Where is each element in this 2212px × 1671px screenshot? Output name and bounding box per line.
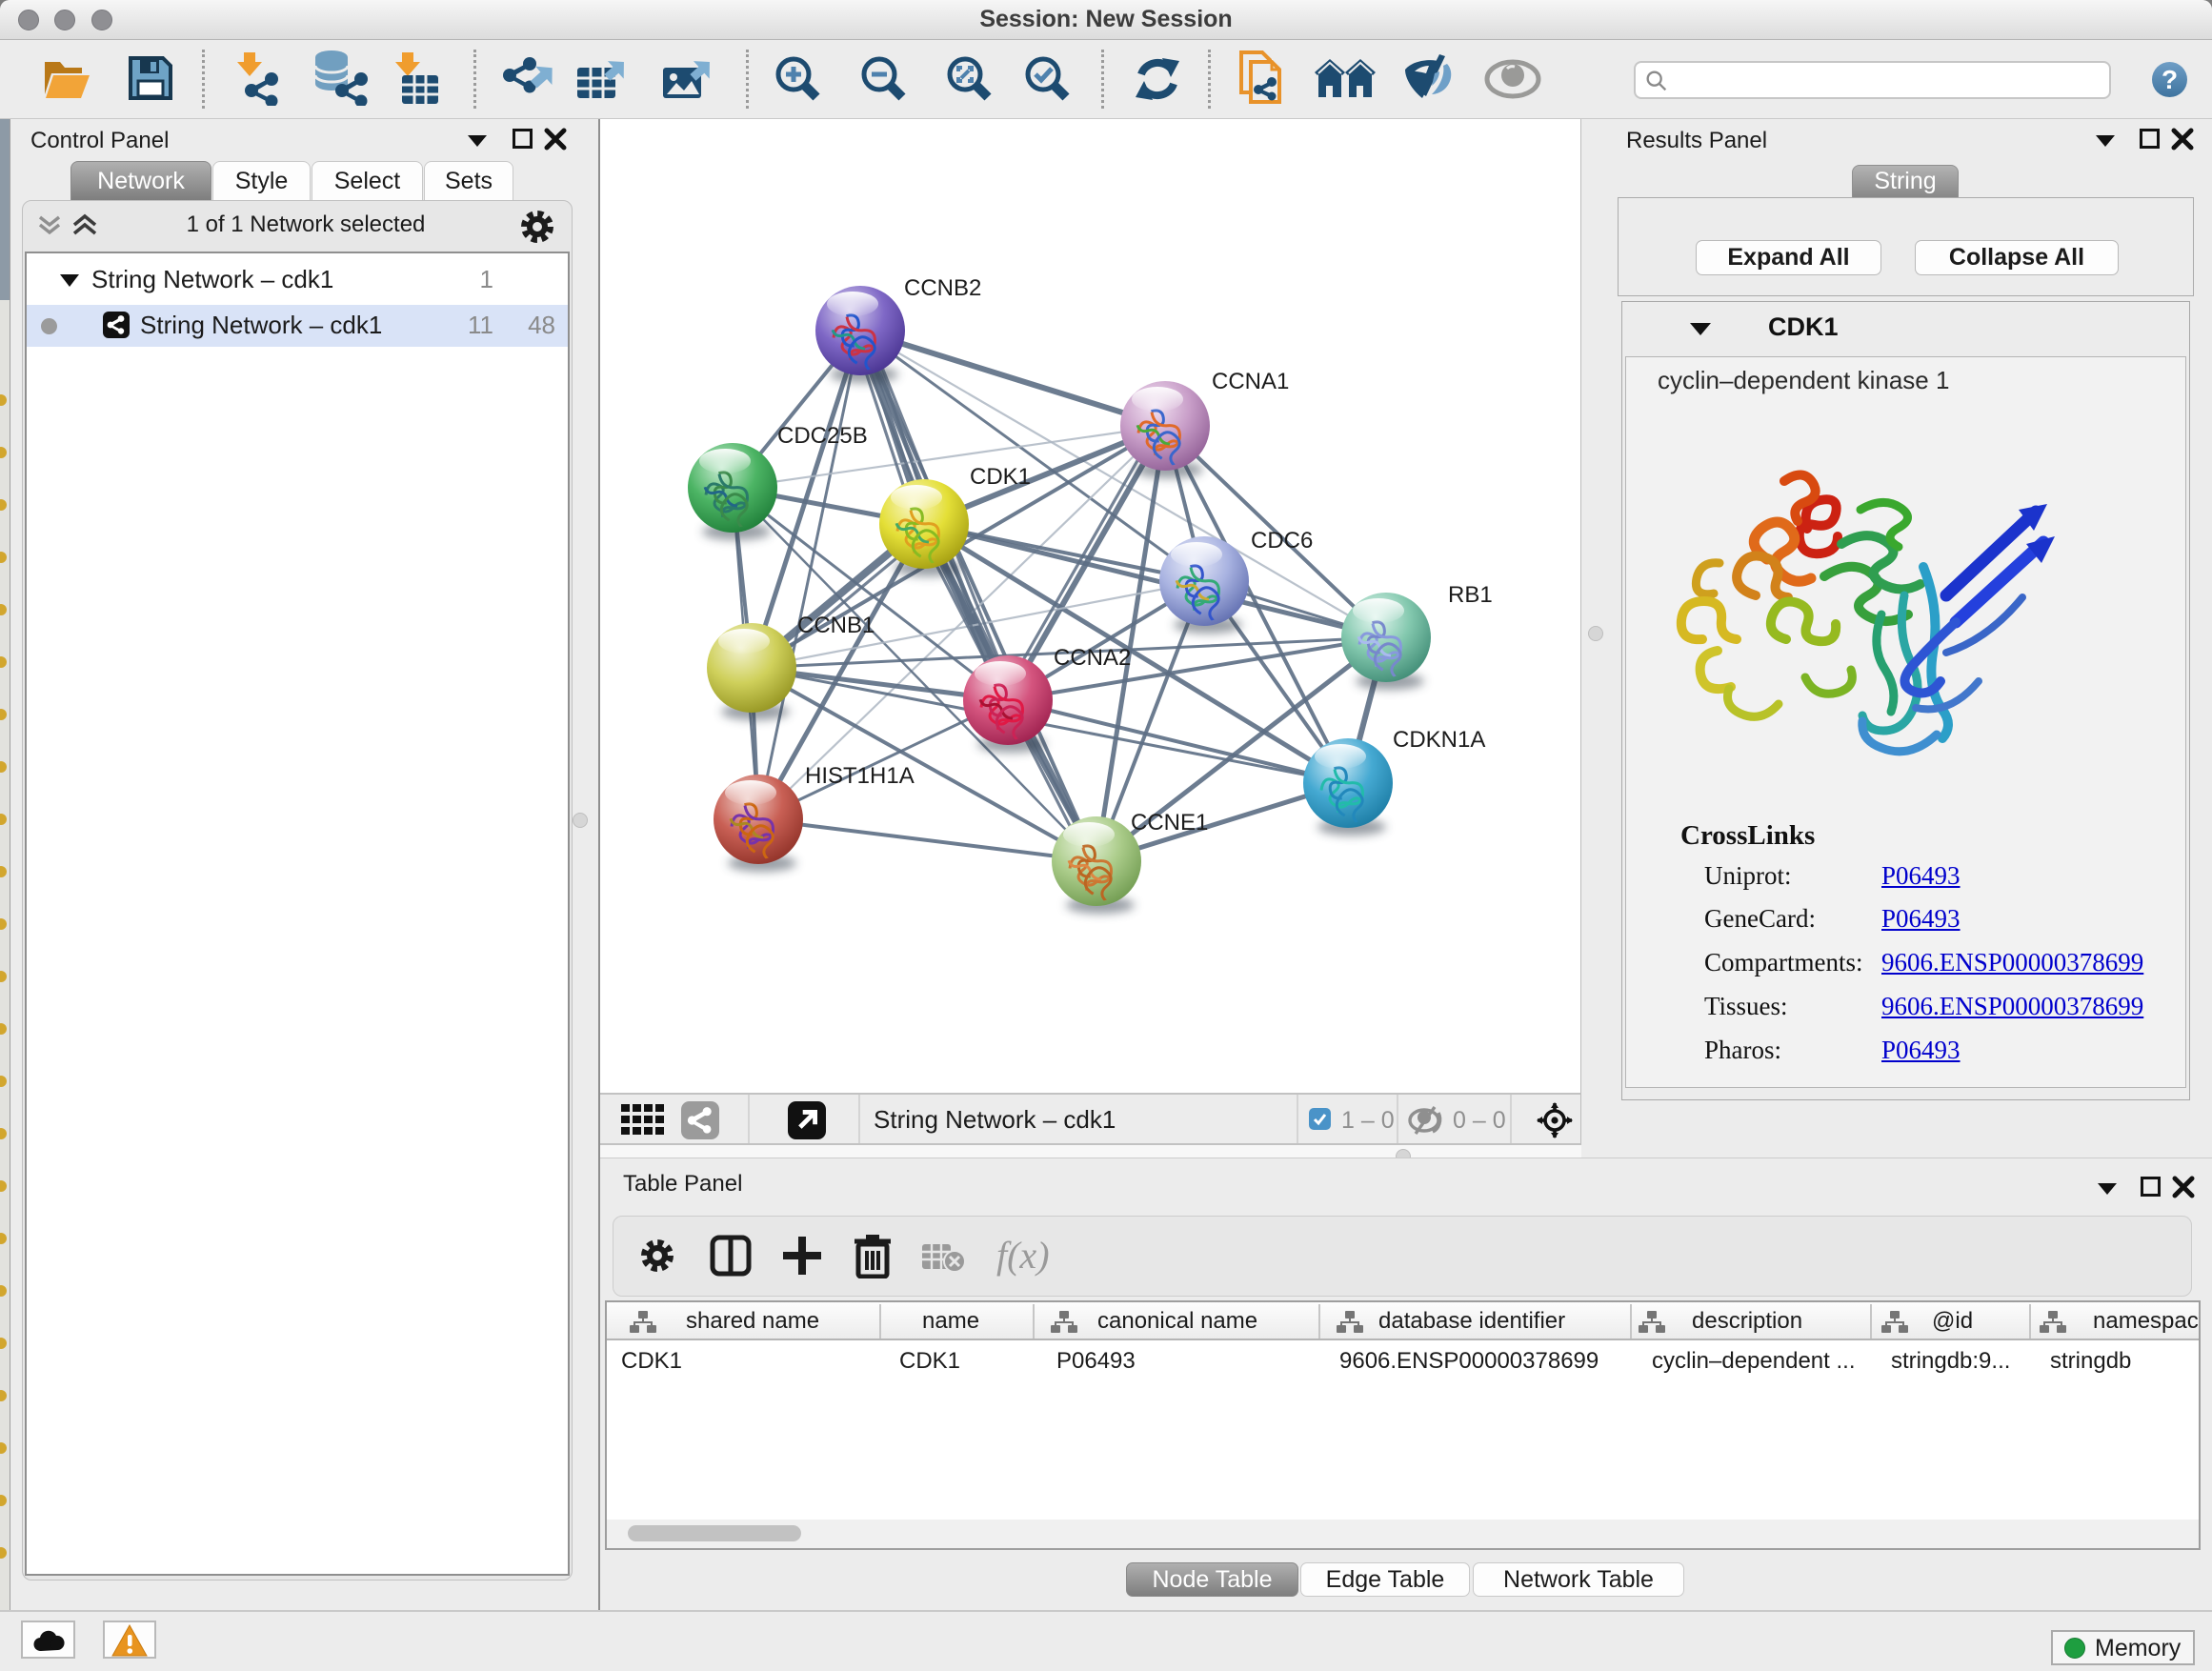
svg-text:CDC6: CDC6	[1251, 528, 1313, 554]
svg-text:CCNB1: CCNB1	[797, 613, 875, 638]
svg-text:CCNB2: CCNB2	[904, 275, 981, 301]
svg-text:HIST1H1A: HIST1H1A	[805, 763, 915, 789]
svg-text:CCNA1: CCNA1	[1212, 369, 1289, 394]
svg-text:CCNE1: CCNE1	[1131, 810, 1208, 836]
svg-text:RB1: RB1	[1448, 582, 1493, 608]
svg-text:CDKN1A: CDKN1A	[1393, 727, 1485, 753]
svg-text:CDC25B: CDC25B	[777, 423, 868, 449]
svg-text:CCNA2: CCNA2	[1054, 645, 1131, 671]
svg-text:CDK1: CDK1	[970, 464, 1031, 490]
